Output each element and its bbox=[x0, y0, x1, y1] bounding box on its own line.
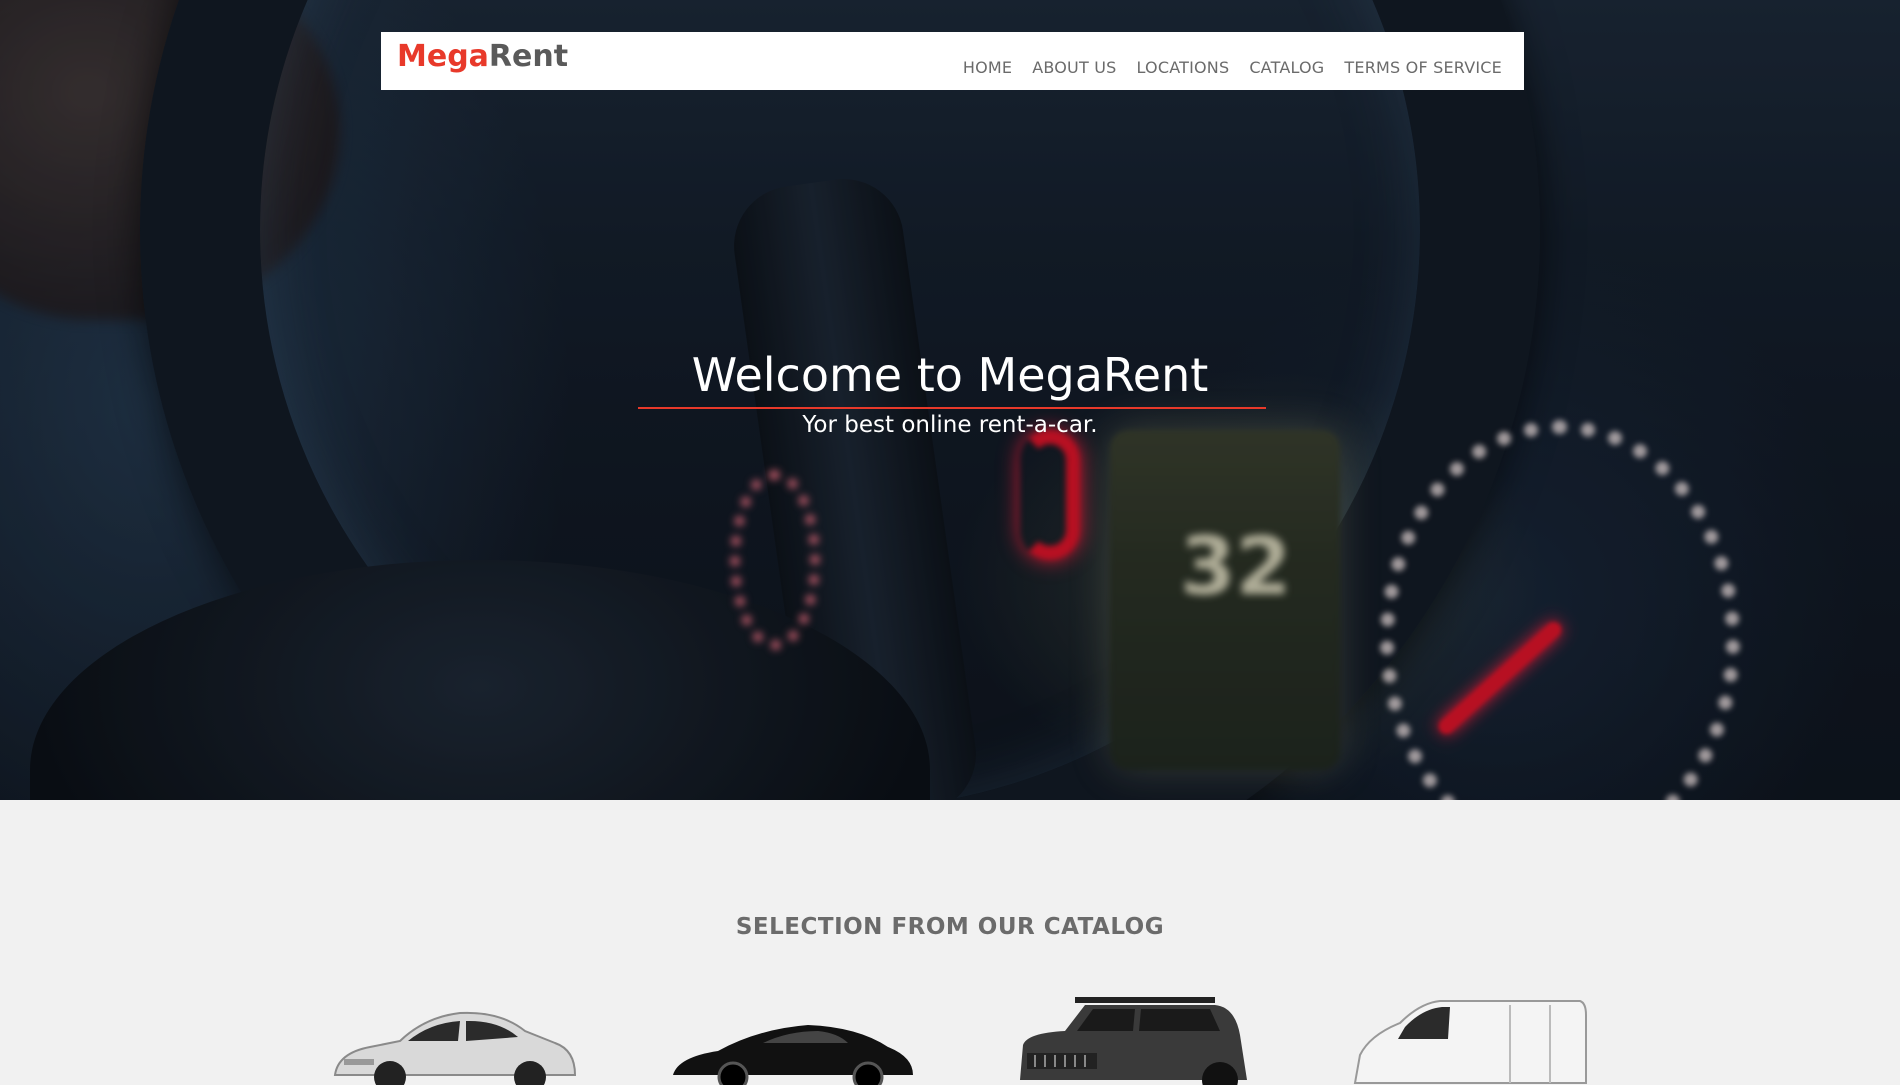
catalog-item-sedan[interactable] bbox=[330, 995, 580, 1085]
catalog-item-van[interactable] bbox=[1350, 995, 1590, 1085]
catalog-item-sports-car[interactable] bbox=[668, 995, 918, 1085]
sports-car-icon bbox=[673, 1025, 913, 1085]
nav-item-home[interactable]: HOME bbox=[963, 58, 1012, 77]
nav-item-about-us[interactable]: ABOUT US bbox=[1032, 58, 1116, 77]
nav-item-locations[interactable]: LOCATIONS bbox=[1136, 58, 1229, 77]
hero-subtitle: Yor best online rent-a-car. bbox=[802, 412, 1098, 438]
brand-logo-part1: Mega bbox=[397, 39, 489, 74]
hero-title: Welcome to MegaRent bbox=[691, 348, 1209, 402]
navbar: MegaRent HOME ABOUT US LOCATIONS CATALOG… bbox=[381, 32, 1524, 90]
nav-item-catalog[interactable]: CATALOG bbox=[1249, 58, 1324, 77]
nav-menu: HOME ABOUT US LOCATIONS CATALOG TERMS OF… bbox=[963, 58, 1502, 77]
brand-logo-part2: Rent bbox=[488, 39, 569, 74]
catalog-section-title: SELECTION FROM OUR CATALOG bbox=[735, 914, 1165, 940]
hero-divider bbox=[638, 407, 1266, 409]
brand-logo[interactable]: MegaRent bbox=[397, 42, 568, 72]
catalog-item-suv[interactable] bbox=[1015, 995, 1255, 1085]
suv-car-icon bbox=[1020, 997, 1247, 1085]
van-icon bbox=[1353, 1000, 1587, 1084]
nav-item-terms-of-service[interactable]: TERMS OF SERVICE bbox=[1344, 58, 1502, 77]
sedan-car-icon bbox=[333, 1011, 577, 1085]
